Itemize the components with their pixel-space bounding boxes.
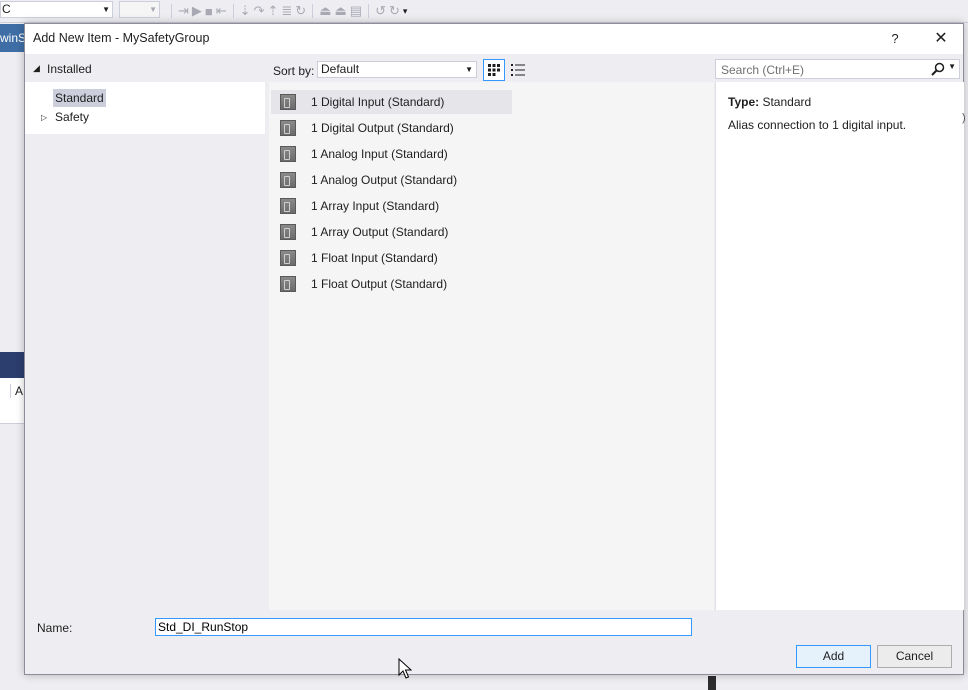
- search-input[interactable]: [719, 61, 923, 79]
- panel-column-header: A: [10, 384, 23, 398]
- type-row: Type: Standard: [728, 95, 811, 109]
- search-icon[interactable]: [931, 62, 945, 76]
- template-icon: [280, 94, 296, 110]
- list-item-label: 1 Array Output (Standard): [311, 225, 449, 239]
- cancel-button[interactable]: Cancel: [877, 645, 952, 668]
- template-icon: [280, 146, 296, 162]
- step-down-icon[interactable]: ⇣: [240, 3, 251, 19]
- item-template-list: 1 Digital Input (Standard) 1 Digital Out…: [269, 82, 714, 610]
- sort-label: Sort by:: [273, 64, 315, 78]
- play-icon[interactable]: ▶: [192, 3, 202, 19]
- list-item[interactable]: 1 Analog Input (Standard): [271, 142, 512, 166]
- list-item[interactable]: 1 Digital Output (Standard): [271, 116, 512, 140]
- help-button[interactable]: ?: [884, 29, 906, 49]
- refresh-icon[interactable]: ↻: [295, 3, 306, 19]
- close-button[interactable]: ✕: [930, 29, 952, 49]
- undo-icon[interactable]: ↺: [375, 3, 386, 19]
- solution-tab-label: winSa: [0, 31, 24, 45]
- add-button[interactable]: Add: [796, 645, 871, 668]
- archive-icon[interactable]: ▤: [350, 3, 362, 19]
- name-label: Name:: [37, 621, 73, 635]
- template-icon: [280, 172, 296, 188]
- tree-item-standard[interactable]: Standard: [53, 89, 106, 107]
- item-description: Alias connection to 1 digital input.: [728, 118, 907, 132]
- sort-dropdown[interactable]: Default ▼: [317, 61, 477, 78]
- list-item[interactable]: 1 Array Output (Standard): [271, 220, 512, 244]
- list-item[interactable]: 1 Array Input (Standard): [271, 194, 512, 218]
- category-tree: Standard ▷ Safety: [25, 82, 265, 134]
- collapsed-triangle-icon[interactable]: ▷: [41, 113, 47, 122]
- solution-config-combo[interactable]: C ▼: [0, 1, 113, 18]
- template-icon: [280, 276, 296, 292]
- dialog-title-bar: Add New Item - MySafetyGroup ? ✕: [25, 24, 963, 54]
- grid-view-icon: [488, 64, 500, 76]
- stop-icon[interactable]: ■: [205, 4, 213, 19]
- type-value: Standard: [762, 95, 812, 109]
- overflow-icon[interactable]: ▾: [403, 6, 408, 17]
- panel-header: [0, 352, 24, 378]
- list-item-label: 1 Array Input (Standard): [311, 199, 440, 213]
- list-indent-icon[interactable]: ≣: [281, 3, 292, 19]
- upload-icon[interactable]: ⏏: [335, 3, 347, 19]
- template-icon: [280, 224, 296, 240]
- sort-value: Default: [321, 62, 360, 76]
- list-item[interactable]: 1 Analog Output (Standard): [271, 168, 512, 192]
- list-item-label: 1 Float Input (Standard): [311, 251, 438, 265]
- expanded-triangle-icon[interactable]: ◢: [33, 63, 40, 74]
- add-new-item-dialog: Add New Item - MySafetyGroup ? ✕ ◢ Insta…: [24, 23, 964, 675]
- list-item-label: 1 Analog Input (Standard): [311, 147, 448, 161]
- tree-header-installed[interactable]: ◢ Installed: [25, 54, 265, 82]
- chevron-down-icon: ▼: [102, 5, 110, 14]
- step-up-icon[interactable]: ⇡: [267, 3, 278, 19]
- background-strip: [708, 676, 716, 690]
- search-options-chevron-icon[interactable]: ▼: [948, 62, 956, 71]
- template-icon: [280, 250, 296, 266]
- name-input[interactable]: [155, 618, 692, 636]
- tree-item-safety[interactable]: Safety: [53, 108, 91, 126]
- download-icon[interactable]: ⏏: [319, 3, 331, 19]
- list-item[interactable]: 1 Float Output (Standard): [271, 272, 512, 296]
- platform-combo[interactable]: ▼: [119, 1, 160, 18]
- tree-header-label: Installed: [47, 62, 92, 76]
- step-into-icon[interactable]: ⇥: [178, 3, 189, 19]
- type-label: Type:: [728, 95, 760, 109]
- list-item-label: 1 Float Output (Standard): [311, 277, 448, 291]
- background-panel: A: [0, 378, 24, 424]
- list-item[interactable]: 1 Float Input (Standard): [271, 246, 512, 270]
- list-item-label: 1 Digital Output (Standard): [311, 121, 454, 135]
- list-item[interactable]: 1 Digital Input (Standard): [271, 90, 512, 114]
- ide-toolbar: C ▼ ▼ ⇥ ▶ ■ ⇤ ⇣ ↷ ⇡ ≣ ↻ ⏏ ⏏ ▤ ↺ ↻ ▾: [0, 0, 968, 23]
- toolbar-icons: ⇥ ▶ ■ ⇤ ⇣ ↷ ⇡ ≣ ↻ ⏏ ⏏ ▤ ↺ ↻ ▾: [168, 2, 407, 20]
- list-item-label: 1 Analog Output (Standard): [311, 173, 458, 187]
- template-icon: [280, 120, 296, 136]
- mouse-cursor-icon: [398, 658, 412, 679]
- chevron-down-icon: ▼: [149, 5, 157, 14]
- background-text-fragment: ): [962, 112, 966, 124]
- redo-icon[interactable]: ↷: [254, 3, 265, 19]
- list-view-button[interactable]: [507, 59, 529, 81]
- list-item-label: 1 Digital Input (Standard): [311, 95, 445, 109]
- solution-config-value: C: [2, 2, 11, 16]
- step-out-icon[interactable]: ⇤: [216, 3, 227, 19]
- tree-item-label: Standard: [55, 91, 104, 105]
- solution-tab[interactable]: winSa: [0, 24, 24, 52]
- redo2-icon[interactable]: ↻: [389, 3, 400, 19]
- tree-item-label: Safety: [55, 110, 90, 124]
- list-view-icon: [511, 64, 525, 76]
- details-pane: Type: Standard Alias connection to 1 dig…: [715, 82, 964, 610]
- template-icon: [280, 198, 296, 214]
- chevron-down-icon: ▼: [465, 65, 473, 74]
- grid-view-button[interactable]: [483, 59, 505, 81]
- sort-bar: Sort by: Default ▼: [270, 54, 715, 82]
- dialog-title: Add New Item - MySafetyGroup: [33, 31, 210, 45]
- search-box[interactable]: ▼: [715, 59, 960, 79]
